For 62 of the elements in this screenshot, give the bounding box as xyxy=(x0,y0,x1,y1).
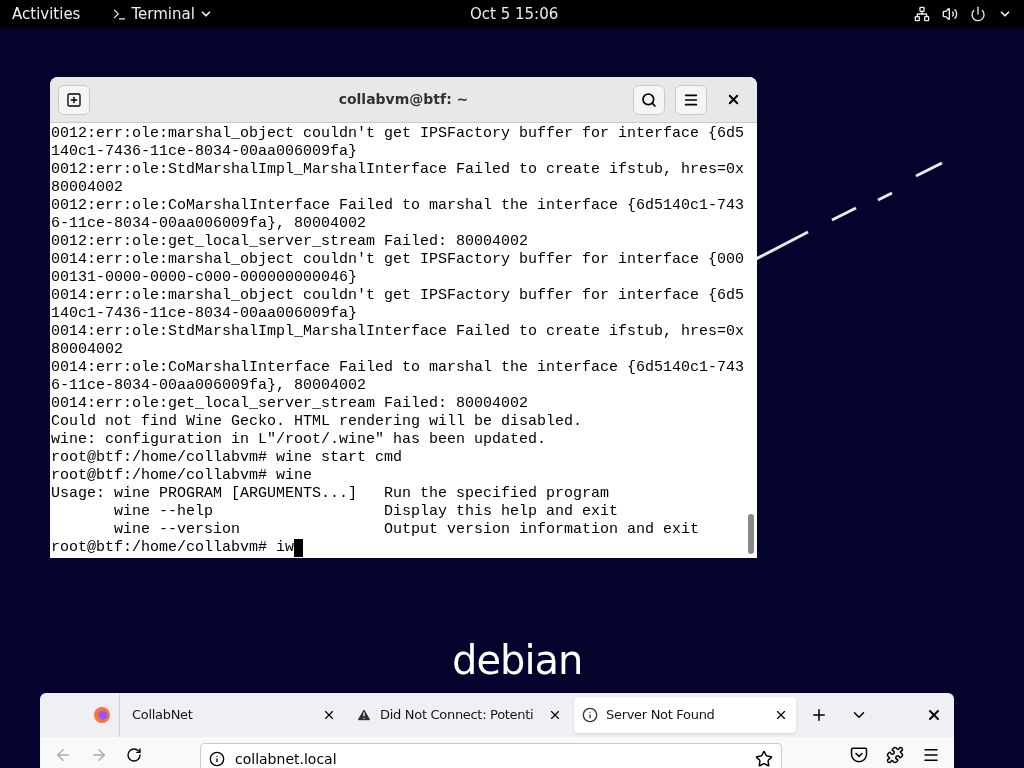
terminal-line: 0014:err:ole:get_local_server_stream Failed: 80004002 xyxy=(51,395,529,413)
extensions-icon[interactable] xyxy=(886,746,904,764)
pocket-icon[interactable] xyxy=(850,746,868,764)
browser-logo-icon[interactable] xyxy=(93,706,111,724)
tab-title: Server Not Found xyxy=(605,706,716,725)
window-title: collabvm@btf: ~ xyxy=(338,90,469,109)
new-tab-button[interactable] xyxy=(58,84,90,115)
terminal-line: root@btf:/home/collabvm# wine xyxy=(51,467,313,485)
terminal-line: Could not find Wine Gecko. HTML rendering will be disabled. xyxy=(51,413,583,431)
app-menu[interactable]: Terminal xyxy=(112,2,213,26)
terminal-line: 80004002 xyxy=(51,179,123,197)
terminal-line: wine --version Output version information and exit xyxy=(113,521,700,539)
bookmark-star-icon[interactable] xyxy=(755,750,773,768)
clock[interactable]: Oct 5 15:06 xyxy=(470,2,559,26)
terminal-line: 0012:err:ole:CoMarshalInterface Failed to marshal the interface {6d5140c1-743 xyxy=(51,197,745,215)
terminal-line: 0014:err:ole:CoMarshalInterface Failed to marshal the interface {6d5140c1-743 xyxy=(51,359,745,377)
close-icon[interactable] xyxy=(926,707,942,723)
terminal-line: 0012:err:ole:get_local_server_stream Failed: 80004002 xyxy=(51,233,529,251)
terminal-icon xyxy=(112,6,128,22)
close-tab-icon[interactable] xyxy=(774,708,788,722)
search-icon xyxy=(641,91,657,108)
reload-icon[interactable] xyxy=(126,747,142,763)
debian-logo: debian xyxy=(452,636,583,684)
terminal-line: 0014:err:ole:StdMarshalImpl_MarshalInterface Failed to create ifstub, hres=0x xyxy=(51,323,745,341)
menu-button[interactable] xyxy=(675,84,707,115)
menu-icon[interactable] xyxy=(922,746,940,764)
terminal-line: root@btf:/home/collabvm# wine start cmd xyxy=(51,449,403,467)
info-icon xyxy=(209,751,225,767)
terminal-line: 0014:err:ole:marshal_object couldn't get IPSFactory buffer for interface {000 xyxy=(51,251,745,269)
terminal-line: 80004002 xyxy=(51,341,123,359)
browser-tab[interactable]: Server Not Found xyxy=(574,697,796,733)
close-tab-icon[interactable] xyxy=(322,708,336,722)
volume-icon[interactable] xyxy=(942,6,958,22)
scrollbar-thumb[interactable] xyxy=(748,514,754,554)
terminal-prompt: root@btf:/home/collabvm# iw xyxy=(51,539,295,557)
terminal-line: 00131-0000-0000-c000-000000000046} xyxy=(51,269,358,287)
terminal-line: Usage: wine PROGRAM [ARGUMENTS...] Run the specified program xyxy=(51,485,610,503)
terminal-line: 140c1-7436-11ce-8034-00aa006009fa} xyxy=(51,305,358,323)
url-text: collabnet.local xyxy=(235,749,338,768)
url-field[interactable]: collabnet.local xyxy=(200,743,782,768)
terminal-line: wine: configuration in L"/root/.wine" has been updated. xyxy=(51,431,547,449)
new-tab-icon xyxy=(66,91,82,108)
terminal-line: 6-11ce-8034-00aa006009fa}, 80004002 xyxy=(51,215,367,233)
power-icon[interactable] xyxy=(970,6,986,22)
activities-button[interactable]: Activities xyxy=(12,2,81,26)
text-cursor xyxy=(294,539,304,557)
new-tab-icon[interactable] xyxy=(810,706,828,724)
terminal-line: 140c1-7436-11ce-8034-00aa006009fa} xyxy=(51,143,358,161)
browser-tab[interactable]: Did Not Connect: Potenti xyxy=(348,697,570,733)
terminal-line: 0014:err:ole:marshal_object couldn't get IPSFactory buffer for interface {6d5 xyxy=(51,287,745,305)
tab-title: CollabNet xyxy=(131,706,194,725)
search-button[interactable] xyxy=(633,84,665,115)
terminal-line: 6-11ce-8034-00aa006009fa}, 80004002 xyxy=(51,377,367,395)
terminal-line: 0012:err:ole:StdMarshalImpl_MarshalInterface Failed to create ifstub, hres=0x xyxy=(51,161,745,179)
warning-icon xyxy=(356,707,372,723)
tab-title: Did Not Connect: Potenti xyxy=(379,706,535,725)
info-icon xyxy=(582,707,598,723)
terminal-line: wine --help Display this help and exit xyxy=(113,503,619,521)
close-tab-icon[interactable] xyxy=(548,708,562,722)
network-icon[interactable] xyxy=(914,6,930,22)
browser-tab[interactable]: CollabNet xyxy=(122,697,344,733)
terminal-line: 0012:err:ole:marshal_object couldn't get IPSFactory buffer for interface {6d5 xyxy=(51,125,745,143)
